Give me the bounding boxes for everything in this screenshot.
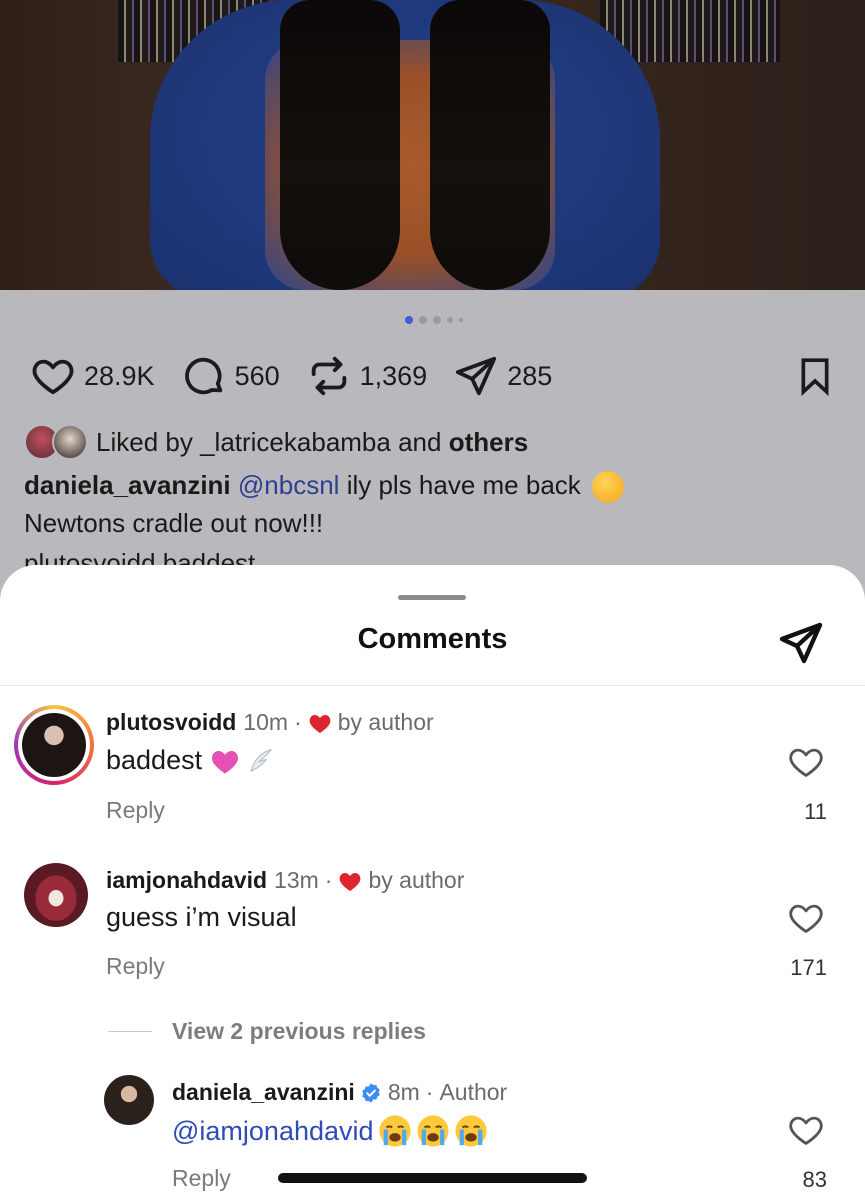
sheet-title: Comments: [357, 623, 508, 655]
crying-emoji: [416, 1115, 449, 1147]
comment-username[interactable]: iamjonahdavid: [106, 867, 267, 894]
carousel-dot: [405, 316, 413, 324]
comment-like-button[interactable]: [781, 1111, 831, 1154]
comment-time: 10m: [243, 709, 289, 735]
comment-time: 8m: [387, 1079, 420, 1105]
comment-text: @iamjonahdavid: [172, 1114, 488, 1148]
post-actions: 28.9K 560 1,369 285: [30, 352, 835, 400]
liked-by-user[interactable]: _latricekabamba: [200, 427, 391, 458]
heart-icon: [32, 359, 74, 395]
liked-by-avatars: [24, 424, 90, 460]
view-previous-replies-button[interactable]: View 2 previous replies: [108, 1018, 426, 1045]
caption-text: ily pls have me back: [346, 470, 581, 500]
comment-like-count: 171: [790, 955, 827, 980]
comment-username[interactable]: daniela_avanzini: [172, 1079, 355, 1106]
send-icon[interactable]: [777, 619, 825, 667]
comment-like-count: 83: [802, 1167, 827, 1192]
save-button[interactable]: [795, 356, 835, 401]
avatar[interactable]: [24, 863, 88, 927]
bookmark-icon: [801, 358, 829, 397]
comment-like-button[interactable]: [781, 899, 831, 942]
like-count: 28.9K: [84, 360, 155, 391]
red-heart-icon: [309, 714, 331, 733]
heart-icon: [789, 748, 823, 777]
avatar-story-ring[interactable]: [14, 705, 94, 785]
liked-by-joiner: and: [398, 426, 442, 457]
reply-button[interactable]: Reply: [106, 953, 165, 980]
carousel-dot: [433, 316, 441, 324]
pink-heart-emoji: [212, 750, 239, 773]
carousel-dot: [459, 318, 463, 322]
carousel-dot: [419, 316, 427, 324]
avatar[interactable]: [104, 1075, 154, 1125]
post-photo[interactable]: [0, 0, 865, 290]
comment-like-button[interactable]: [781, 743, 831, 786]
reply-button[interactable]: Reply: [106, 797, 165, 824]
comment-body: baddest: [106, 745, 203, 775]
repost-icon: [311, 356, 346, 396]
crying-emoji: [378, 1115, 411, 1147]
home-indicator[interactable]: [278, 1173, 587, 1183]
share-button[interactable]: 285: [453, 353, 552, 399]
comment-icon: [184, 357, 222, 395]
comment-text: guess i’m visual: [106, 902, 297, 933]
dim-overlay: [0, 0, 865, 290]
avatar: [52, 424, 88, 460]
sheet-grabber[interactable]: [398, 595, 466, 600]
heart-icon: [789, 904, 823, 933]
repost-button[interactable]: 1,369: [306, 353, 428, 399]
share-icon: [456, 356, 497, 396]
liked-by-others[interactable]: others: [449, 427, 528, 458]
author-tag: Author: [439, 1079, 508, 1105]
verified-icon: [362, 1082, 380, 1103]
liked-by-author-label: by author: [368, 867, 465, 893]
caption-mention[interactable]: @nbcsnl: [238, 470, 340, 500]
red-heart-icon: [340, 872, 361, 891]
crying-emoji: [454, 1115, 487, 1147]
share-count: 285: [507, 360, 553, 391]
comment-mention[interactable]: @iamjonahdavid: [172, 1116, 374, 1147]
liked-by-author-label: by author: [337, 709, 434, 735]
hand-over-mouth-emoji: [592, 471, 625, 504]
liked-by-row[interactable]: Liked by _latricekabamba and others: [24, 424, 528, 460]
comment-count: 560: [234, 360, 280, 391]
liked-by-prefix: Liked by: [96, 426, 193, 457]
carousel-dot: [447, 317, 453, 323]
divider: [0, 685, 865, 686]
comment-button[interactable]: 560: [181, 353, 280, 399]
comment-username[interactable]: plutosvoidd: [106, 709, 236, 736]
comments-sheet: Comments plutosvoidd 10m · by author bad…: [0, 565, 865, 1200]
like-button[interactable]: 28.9K: [30, 353, 155, 399]
heart-icon: [789, 1116, 823, 1145]
avatar: [22, 713, 86, 777]
carousel-indicator: [405, 316, 463, 324]
comment-like-count: 11: [804, 799, 827, 824]
comment-header: daniela_avanzini 8m · Author: [172, 1079, 508, 1106]
repost-count: 1,369: [359, 360, 428, 391]
caption-username[interactable]: daniela_avanzini: [24, 470, 231, 500]
view-replies-label: View 2 previous replies: [172, 1018, 426, 1044]
comment-text: baddest: [106, 745, 276, 776]
caption-line2: Newtons cradle out now!!!: [24, 508, 324, 538]
comment-time: 13m: [274, 867, 319, 893]
comment-header: plutosvoidd 10m · by author: [106, 709, 434, 736]
post-caption: daniela_avanzini @nbcsnl ily pls have me…: [24, 466, 844, 542]
comment-body: guess i’m visual: [106, 902, 297, 932]
comment-header: iamjonahdavid 13m · by author: [106, 867, 465, 894]
divider: [108, 1031, 152, 1032]
reply-button[interactable]: Reply: [172, 1165, 231, 1192]
wing-emoji: [250, 748, 273, 772]
